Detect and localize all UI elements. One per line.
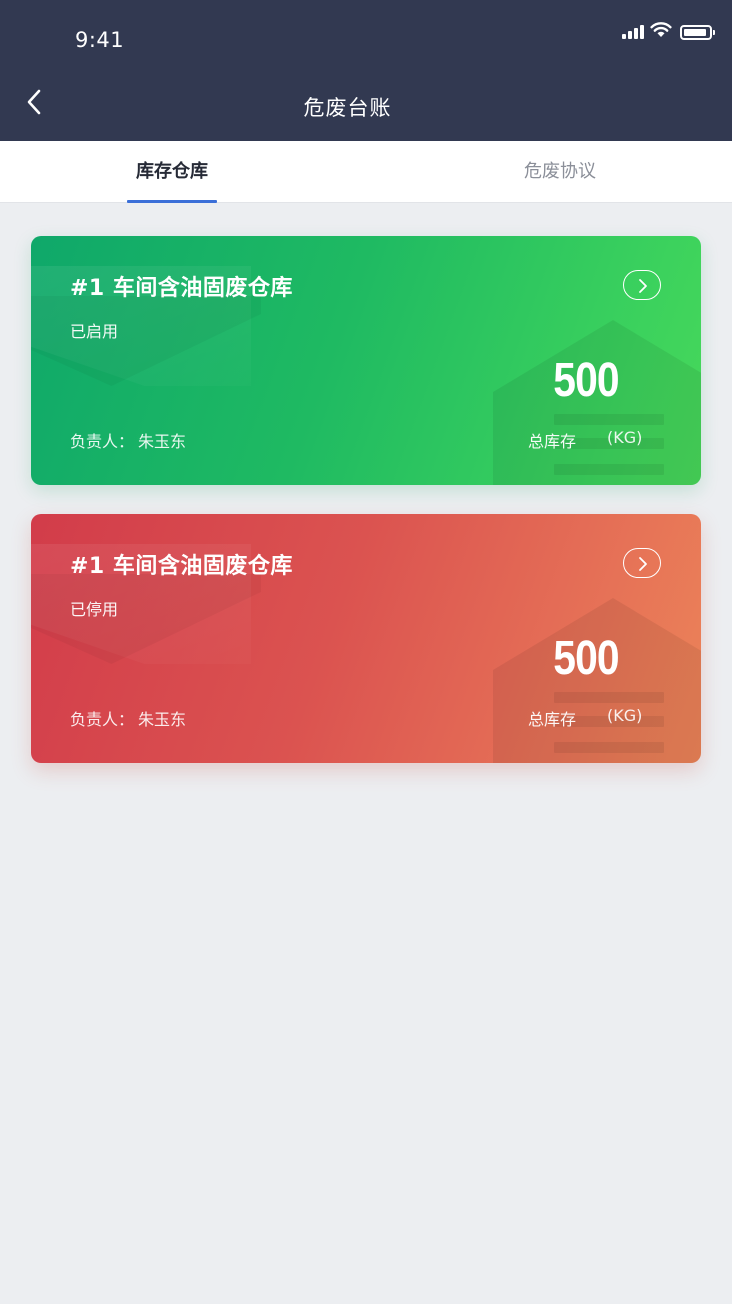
app-root: 9:41 危废台账 库存仓库 危废协议 #1 车间含油固废仓库 已启用 500 … — [0, 0, 732, 1304]
wifi-icon — [650, 22, 672, 37]
total-stock-value: 500 — [553, 354, 619, 407]
owner-label: 负责人： — [70, 710, 135, 729]
owner-info: 负责人： 朱玉东 — [70, 428, 186, 452]
status-badge: 已停用 — [70, 600, 119, 619]
chevron-right-icon — [639, 279, 647, 293]
page-title: 危废台账 — [303, 96, 392, 120]
unit-label: (KG) — [607, 706, 643, 725]
status-time: 9:41 — [75, 28, 125, 52]
warehouse-card-disabled[interactable]: #1 车间含油固废仓库 已停用 500 负责人： 朱玉东 总库存 (KG) — [31, 514, 701, 763]
tab-inventory-warehouse[interactable]: 库存仓库 — [127, 141, 217, 203]
detail-button[interactable] — [623, 548, 661, 578]
owner-label: 负责人： — [70, 432, 135, 451]
cellular-signal-icon — [622, 25, 646, 39]
owner-name: 朱玉东 — [138, 710, 187, 729]
tab-bar: 库存仓库 危废协议 — [0, 141, 732, 203]
tab-hazardous-agreement[interactable]: 危废协议 — [510, 141, 610, 203]
total-stock-label: 总库存 — [528, 710, 577, 729]
warehouse-card-active[interactable]: #1 车间含油固废仓库 已启用 500 负责人： 朱玉东 总库存 (KG) — [31, 236, 701, 485]
status-badge: 已启用 — [70, 322, 119, 341]
card-title: #1 车间含油固废仓库 — [70, 554, 293, 579]
battery-icon — [680, 25, 715, 40]
top-bar: 9:41 危废台账 — [0, 0, 732, 141]
chevron-right-icon — [639, 557, 647, 571]
unit-label: (KG) — [607, 428, 643, 447]
card-title: #1 车间含油固废仓库 — [70, 276, 293, 301]
total-stock-label: 总库存 — [528, 432, 577, 451]
total-stock-value: 500 — [553, 632, 619, 685]
owner-info: 负责人： 朱玉东 — [70, 706, 186, 730]
owner-name: 朱玉东 — [138, 432, 187, 451]
detail-button[interactable] — [623, 270, 661, 300]
